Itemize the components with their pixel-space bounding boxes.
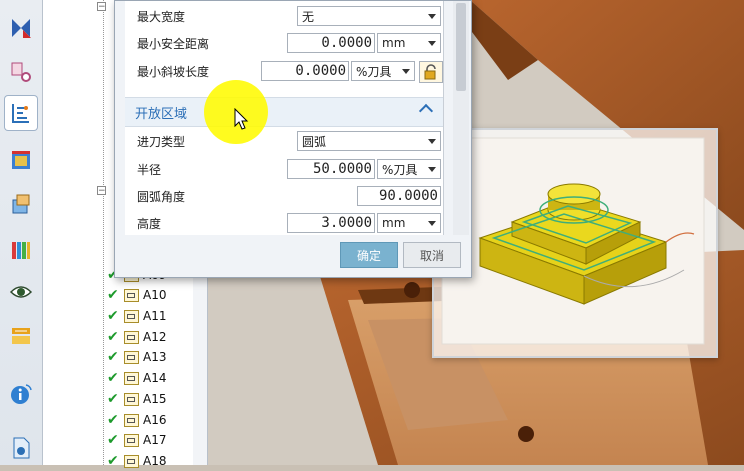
tree-item-a16[interactable]: ✔ A16 xyxy=(107,410,166,430)
dialog-content: 最大宽度 无 最小安全距离 0.0000 mm 最小斜坡长度 0.0000 %刀… xyxy=(125,1,444,235)
tree-item-label: A13 xyxy=(143,350,167,364)
check-icon: ✔ xyxy=(107,329,119,345)
max-width-label: 最大宽度 xyxy=(137,9,186,24)
operation-icon xyxy=(124,392,139,406)
check-icon: ✔ xyxy=(107,412,119,428)
part-preview xyxy=(441,137,705,345)
check-icon: ✔ xyxy=(107,370,119,386)
entry-type-value: 圆弧 xyxy=(302,134,327,149)
operation-icon xyxy=(124,330,139,344)
min-safe-distance-input[interactable]: 0.0000 xyxy=(287,33,375,53)
preview-image xyxy=(432,128,718,358)
scrollbar-thumb[interactable] xyxy=(456,3,466,91)
cursor-icon xyxy=(234,108,249,130)
tree-item-label: A17 xyxy=(143,433,167,447)
tree-item-label: A12 xyxy=(143,330,167,344)
tree-item-a17[interactable]: ✔ A17 xyxy=(107,430,166,450)
check-icon: ✔ xyxy=(107,391,119,407)
operation-icon xyxy=(124,433,139,447)
method-icon[interactable] xyxy=(7,190,35,218)
geometry-icon[interactable] xyxy=(7,58,35,86)
entry-type-select[interactable]: 圆弧 xyxy=(297,131,441,151)
chevron-down-icon xyxy=(428,139,436,144)
unit-value: %刀具 xyxy=(382,162,418,177)
operation-icon xyxy=(124,309,139,323)
operation-icon xyxy=(124,288,139,302)
radius-label: 半径 xyxy=(137,162,162,177)
mesh-icon[interactable] xyxy=(7,14,35,42)
library-icon[interactable] xyxy=(7,236,35,264)
unit-value: %刀具 xyxy=(356,64,392,79)
check-icon: ✔ xyxy=(107,308,119,324)
radius-unit[interactable]: %刀具 xyxy=(377,159,441,179)
tree-expander[interactable]: − xyxy=(97,2,106,12)
chevron-down-icon xyxy=(428,41,436,46)
operation-navigator-icon[interactable] xyxy=(5,96,37,130)
operation-icon xyxy=(124,350,139,364)
tree-item-a11[interactable]: ✔ A11 xyxy=(107,306,166,326)
arc-angle-label: 圆弧角度 xyxy=(137,189,186,204)
max-width-value: 无 xyxy=(302,9,315,24)
min-ramp-length-label: 最小斜坡长度 xyxy=(137,64,210,79)
operation-icon xyxy=(124,371,139,385)
tree-item-a13[interactable]: ✔ A13 xyxy=(107,347,166,367)
min-safe-distance-unit[interactable]: mm xyxy=(377,33,441,53)
chevron-down-icon xyxy=(428,221,436,226)
unit-value: mm xyxy=(382,216,406,230)
document-icon[interactable] xyxy=(7,434,35,462)
tree-item-a15[interactable]: ✔ A15 xyxy=(107,389,166,409)
check-icon: ✔ xyxy=(107,453,119,469)
chevron-down-icon xyxy=(402,69,410,74)
entry-type-label: 进刀类型 xyxy=(137,134,186,149)
operation-icon xyxy=(124,413,139,427)
tree-item-label: A11 xyxy=(143,309,167,323)
height-input[interactable]: 3.0000 xyxy=(287,213,375,233)
min-ramp-length-input[interactable]: 0.0000 xyxy=(261,61,349,81)
view-icon[interactable] xyxy=(7,278,35,306)
tree-item-label: A10 xyxy=(143,288,167,302)
non-cutting-moves-dialog: 最大宽度 无 最小安全距离 0.0000 mm 最小斜坡长度 0.0000 %刀… xyxy=(114,0,472,278)
ok-button[interactable]: 确定 xyxy=(340,242,398,268)
unit-value: mm xyxy=(382,36,406,50)
feature-icon[interactable] xyxy=(7,322,35,350)
info-icon[interactable] xyxy=(7,380,35,408)
tree-expander[interactable]: − xyxy=(97,186,106,196)
tree-item-label: A18 xyxy=(143,454,167,468)
open-area-section-header[interactable]: 开放区域 xyxy=(125,97,443,127)
tree-item-label: A14 xyxy=(143,371,167,385)
tree-item-label: A16 xyxy=(143,413,167,427)
min-ramp-length-unit[interactable]: %刀具 xyxy=(351,61,415,81)
height-unit[interactable]: mm xyxy=(377,213,441,233)
lock-icon[interactable] xyxy=(419,61,443,83)
arc-angle-input[interactable]: 90.0000 xyxy=(357,186,441,206)
cancel-button[interactable]: 取消 xyxy=(403,242,461,268)
dialog-scrollbar[interactable] xyxy=(453,1,469,235)
machine-tool-icon[interactable] xyxy=(7,146,35,174)
radius-input[interactable]: 50.0000 xyxy=(287,159,375,179)
tree-item-label: A15 xyxy=(143,392,167,406)
min-safe-distance-label: 最小安全距离 xyxy=(137,36,210,51)
chevron-up-icon[interactable] xyxy=(418,103,434,119)
tree-item-a10[interactable]: ✔ A10 xyxy=(107,285,166,305)
check-icon: ✔ xyxy=(107,287,119,303)
tree-connector-line xyxy=(103,0,104,465)
max-width-select[interactable]: 无 xyxy=(297,6,441,26)
height-label: 高度 xyxy=(137,216,162,231)
tree-item-a12[interactable]: ✔ A12 xyxy=(107,327,166,347)
tree-item-a14[interactable]: ✔ A14 xyxy=(107,368,166,388)
chevron-down-icon xyxy=(428,14,436,19)
operation-icon xyxy=(124,454,139,468)
section-title: 开放区域 xyxy=(135,107,188,122)
resource-toolbar xyxy=(0,0,43,465)
check-icon: ✔ xyxy=(107,432,119,448)
check-icon: ✔ xyxy=(107,349,119,365)
tree-item-a18[interactable]: ✔ A18 xyxy=(107,451,166,471)
chevron-down-icon xyxy=(428,167,436,172)
